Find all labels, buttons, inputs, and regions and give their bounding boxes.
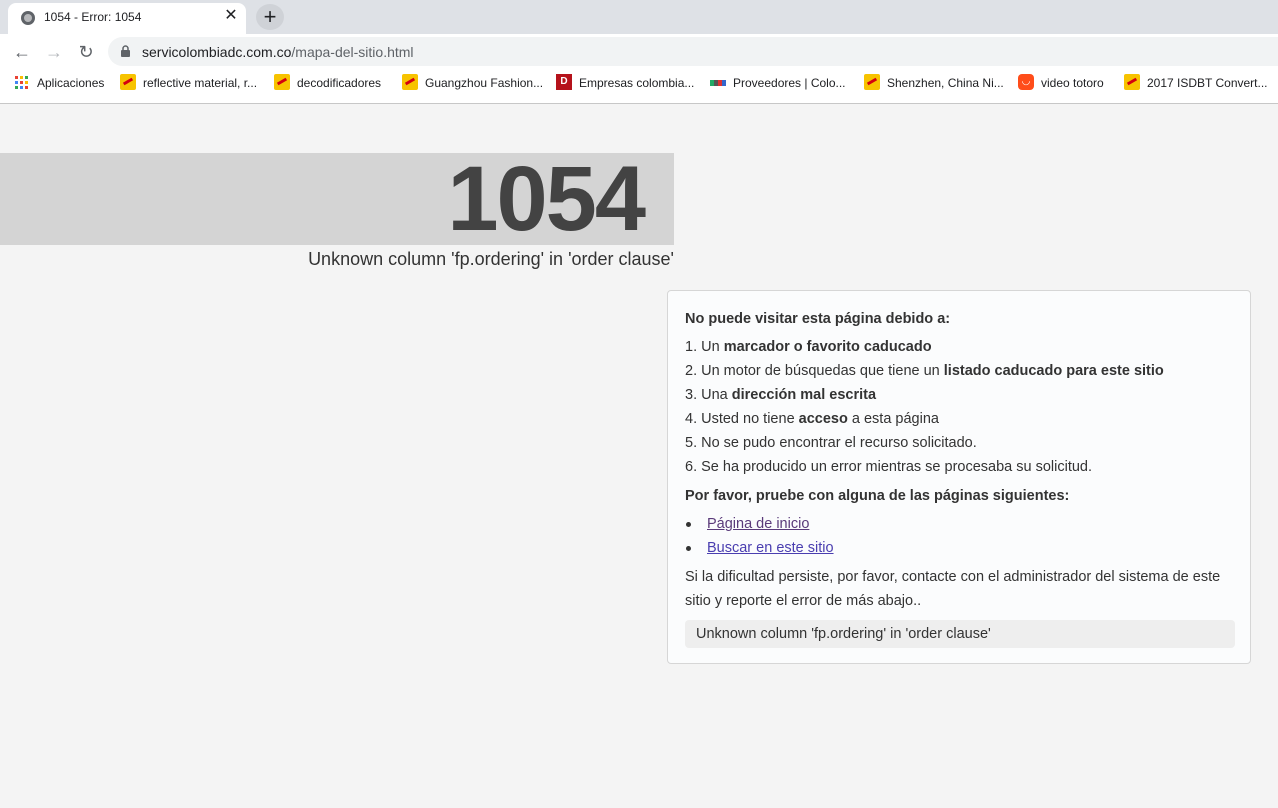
reload-button[interactable]: ↻	[74, 40, 98, 64]
error-code: 1054	[447, 148, 646, 250]
alibaba-star-icon	[402, 74, 418, 90]
reasons-heading: No puede visitar esta página debido a:	[685, 311, 951, 327]
bars-icon	[710, 79, 726, 86]
bookmark-item[interactable]: 2017 ISDBT Convert...	[1124, 74, 1268, 93]
bookmark-item[interactable]: Guangzhou Fashion...	[402, 74, 544, 93]
address-bar[interactable]: servicolombiadc.com.co/mapa-del-sitio.ht…	[108, 37, 1278, 66]
close-icon[interactable]: ✕	[222, 7, 240, 25]
bookmark-item[interactable]: Shenzhen, China Ni...	[864, 74, 1004, 93]
error-message: Unknown column 'fp.ordering' in 'order c…	[308, 249, 674, 269]
bookmark-item[interactable]: decodificadores	[274, 74, 382, 93]
reason-item: 3. Una dirección mal escrita	[685, 387, 877, 403]
bookmark-apps[interactable]: Aplicaciones	[15, 75, 104, 93]
alibaba-star-icon	[120, 74, 136, 90]
new-tab-button[interactable]: +	[256, 4, 284, 30]
alibaba-star-icon	[274, 74, 290, 90]
error-info-box: No puede visitar esta página debido a: 1…	[667, 290, 1251, 664]
bullet-icon	[686, 521, 691, 527]
toolbar: ← → ↻ servicolombiadc.com.co/mapa-del-si…	[0, 34, 1278, 70]
bookmark-label: reflective material, r...	[143, 76, 258, 90]
globe-icon	[21, 11, 35, 25]
bookmark-item[interactable]: reflective material, r...	[120, 74, 258, 93]
back-button[interactable]: ←	[10, 40, 34, 64]
persist-message: Si la dificultad persiste, por favor, co…	[685, 569, 1221, 609]
tab-strip: 1054 - Error: 1054 ✕ +	[0, 0, 1278, 34]
bookmark-label: Proveedores | Colo...	[733, 75, 846, 90]
url-path: /mapa-del-sitio.html	[291, 44, 414, 60]
aliexpress-icon: ◡	[1018, 74, 1034, 90]
url-domain: servicolombiadc.com.co	[142, 44, 292, 60]
bookmark-item[interactable]: Proveedores | Colo...	[710, 75, 846, 93]
list-item: Buscar en este sitio	[685, 540, 834, 556]
list-item: Página de inicio	[685, 516, 809, 532]
browser-tab[interactable]: 1054 - Error: 1054 ✕	[8, 3, 246, 34]
suggestions-heading: Por favor, pruebe con alguna de las pági…	[685, 488, 1070, 504]
reason-item: 1. Un marcador o favorito caducado	[685, 339, 932, 355]
lock-icon	[121, 45, 130, 57]
alibaba-star-icon	[864, 74, 880, 90]
browser-chrome: 1054 - Error: 1054 ✕ + ← → ↻ servicolomb…	[0, 0, 1278, 104]
page-content: 1054 Unknown column 'fp.ordering' in 'or…	[0, 104, 1278, 808]
bullet-icon	[686, 545, 691, 551]
bookmark-label: Aplicaciones	[37, 75, 105, 90]
bookmark-label: video totoro	[1041, 76, 1104, 90]
error-detail: Unknown column 'fp.ordering' in 'order c…	[685, 620, 1235, 648]
error-code-banner: 1054	[0, 153, 674, 245]
alibaba-star-icon	[1124, 74, 1140, 90]
bookmark-label: 2017 ISDBT Convert...	[1147, 76, 1268, 90]
dt-icon: D	[556, 74, 572, 90]
search-site-link[interactable]: Buscar en este sitio	[707, 540, 834, 556]
bookmark-label: Empresas colombia...	[579, 76, 695, 90]
bookmark-label: Shenzhen, China Ni...	[887, 76, 1004, 90]
forward-button[interactable]: →	[42, 40, 66, 64]
apps-grid-icon	[15, 76, 28, 90]
reason-item: 2. Un motor de búsquedas que tiene un li…	[685, 363, 1164, 379]
reason-item: 6. Se ha producido un error mientras se …	[685, 459, 1093, 475]
bookmarks-bar: Aplicaciones reflective material, r... d…	[0, 70, 1278, 98]
bookmark-item[interactable]: ◡ video totoro	[1018, 74, 1104, 93]
url-text: servicolombiadc.com.co/mapa-del-sitio.ht…	[142, 44, 414, 60]
bookmark-label: decodificadores	[297, 76, 382, 90]
reason-item: 4. Usted no tiene acceso a esta página	[685, 411, 939, 427]
tab-title: 1054 - Error: 1054	[44, 10, 142, 24]
home-page-link[interactable]: Página de inicio	[707, 516, 809, 532]
bookmark-item[interactable]: D Empresas colombia...	[556, 74, 695, 93]
reason-item: 5. No se pudo encontrar el recurso solic…	[685, 435, 977, 451]
bookmark-label: Guangzhou Fashion...	[425, 76, 544, 90]
